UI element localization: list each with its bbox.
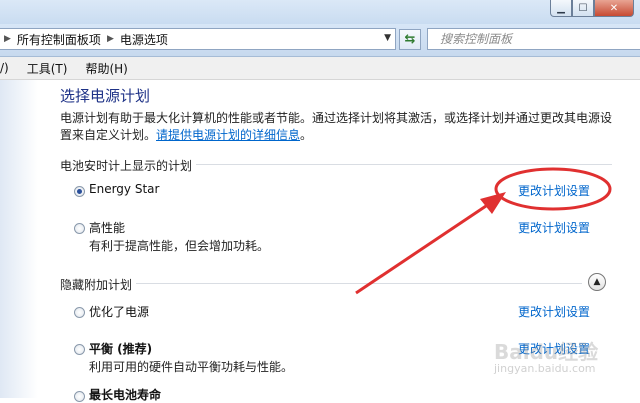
chevron-right-icon: ▶ — [4, 34, 11, 44]
collapse-button[interactable]: ▲ — [588, 273, 606, 291]
address-bar[interactable]: ▶ 所有控制面板项 ▶ 电源选项 ▼ — [0, 28, 396, 50]
title-bar: ▁ ☐ ✕ — [0, 0, 640, 24]
chevron-right-icon[interactable]: ▶ — [107, 34, 114, 44]
change-plan-settings-energy-star[interactable]: 更改计划设置 — [518, 182, 590, 199]
description-end: 。 — [300, 128, 313, 142]
refresh-icon: ⇆ — [404, 32, 416, 47]
search-box[interactable] — [427, 28, 640, 50]
refresh-button[interactable]: ⇆ — [399, 29, 421, 50]
change-plan-settings-high-performance[interactable]: 更改计划设置 — [518, 219, 590, 236]
chevron-down-icon[interactable]: ▼ — [384, 33, 391, 43]
page-description: 电源计划有助于最大化计算机的性能或者节能。通过选择计划将其激活，或选择计划并通过… — [60, 110, 620, 144]
menu-item-help[interactable]: 帮助(H) — [85, 60, 127, 77]
description-text: 电源计划有助于最大化计算机的性能或者节能。通过选择计划将其激活，或选择计划并通过… — [60, 111, 613, 142]
baidu-watermark-url: jingyan.baidu.com — [494, 362, 596, 375]
radio-high-performance[interactable] — [74, 223, 85, 234]
plan-name-balanced[interactable]: 平衡 (推荐) — [89, 340, 152, 357]
plan-desc-high-performance: 有利于提高性能，但会增加功耗。 — [89, 239, 270, 253]
hidden-plans-heading: 隐藏附加计划 — [60, 278, 133, 292]
minimize-icon[interactable]: ▁ — [550, 0, 572, 17]
close-icon[interactable]: ✕ — [594, 0, 634, 17]
breadcrumb-all-control-panel[interactable]: 所有控制面板项 — [17, 31, 101, 48]
plan-details-link[interactable]: 请提供电源计划的详细信息 — [156, 128, 300, 142]
baidu-watermark-logo: Baidu经验 — [494, 340, 599, 364]
window-controls: ▁ ☐ ✕ — [550, 0, 634, 17]
maximize-icon[interactable]: ☐ — [572, 0, 594, 17]
battery-plans-heading: 电池安时计上显示的计划 — [60, 159, 193, 173]
chevron-up-icon: ▲ — [593, 277, 601, 287]
section-divider — [136, 283, 582, 284]
search-input[interactable] — [438, 31, 632, 47]
radio-optimized-power[interactable] — [74, 307, 85, 318]
plan-desc-balanced: 利用可用的硬件自动平衡功耗与性能。 — [89, 360, 294, 374]
radio-balanced[interactable] — [74, 344, 85, 355]
plan-name-optimized-power[interactable]: 优化了电源 — [89, 303, 149, 320]
change-plan-settings-optimized-power[interactable]: 更改计划设置 — [518, 303, 590, 320]
menu-item-tools[interactable]: 工具(T) — [27, 60, 68, 77]
plan-name-high-performance[interactable]: 高性能 — [89, 219, 125, 236]
address-row: ▶ 所有控制面板项 ▶ 电源选项 ▼ ⇆ — [0, 24, 640, 57]
plan-name-max-battery[interactable]: 最长电池寿命 — [89, 386, 161, 403]
menu-bar: /) 工具(T) 帮助(H) — [0, 57, 640, 80]
page-title: 选择电源计划 — [60, 87, 151, 105]
section-divider — [196, 164, 612, 165]
plan-name-energy-star[interactable]: Energy Star — [89, 182, 159, 196]
radio-energy-star[interactable] — [74, 186, 85, 197]
menu-item-view[interactable]: /) — [0, 61, 9, 75]
navigation-pane-edge — [0, 80, 38, 398]
radio-max-battery[interactable] — [74, 391, 85, 402]
breadcrumb-power-options[interactable]: 电源选项 — [120, 31, 168, 48]
